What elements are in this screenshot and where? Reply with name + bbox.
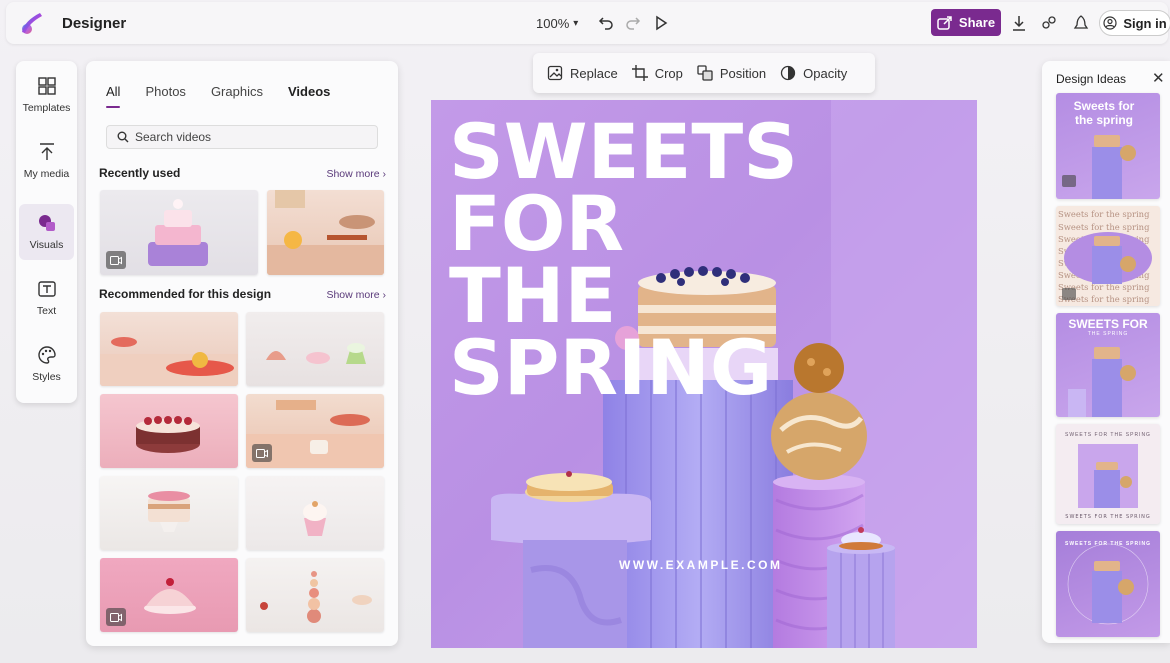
show-more-label: Show more — [326, 168, 380, 180]
templates-icon — [37, 77, 56, 95]
tab-label: Videos — [287, 84, 331, 99]
left-rail: Templates My media Visuals Text Styles — [16, 61, 77, 403]
collaborate-icon[interactable] — [1039, 13, 1059, 33]
tab-photos[interactable]: Photos — [145, 84, 185, 99]
recommended-title: Recommended for this design — [99, 287, 272, 301]
tab-graphics[interactable]: Graphics — [211, 84, 263, 99]
media-thumbnail[interactable] — [267, 190, 384, 275]
sign-in-label: Sign in — [1123, 15, 1167, 31]
tab-underline — [106, 106, 120, 108]
play-icon[interactable] — [651, 13, 671, 33]
media-thumbnail[interactable] — [100, 312, 238, 386]
image-context-toolbar: Replace Crop Position Opacity — [533, 53, 875, 93]
crop-button[interactable]: Crop — [631, 65, 683, 81]
user-icon — [1103, 16, 1117, 30]
design-idea-thumbnail[interactable]: SWEETS FOR THE SPRING — [1056, 313, 1160, 417]
video-badge-icon — [106, 608, 126, 626]
media-thumbnail[interactable] — [100, 190, 258, 275]
replace-image-icon — [547, 65, 563, 81]
replace-label: Replace — [570, 65, 618, 81]
tab-label: Photos — [145, 84, 186, 99]
search-placeholder: Search videos — [135, 130, 212, 144]
rail-item-templates[interactable]: Templates — [19, 67, 74, 123]
design-idea-thumbnail[interactable]: SWEETS FOR THE SPRING — [1056, 531, 1160, 637]
rail-item-my-media[interactable]: My media — [19, 133, 74, 189]
share-icon — [937, 15, 952, 30]
media-tabs: All Photos Graphics Videos — [106, 84, 355, 108]
opacity-button[interactable]: Opacity — [780, 65, 847, 81]
share-button[interactable]: Share — [931, 9, 1001, 36]
media-thumbnail[interactable] — [100, 394, 238, 468]
tab-label: Graphics — [210, 84, 263, 99]
premium-icon[interactable] — [1071, 13, 1091, 33]
recently-used-title: Recently used — [99, 166, 181, 180]
rail-label: Visuals — [29, 239, 64, 251]
media-panel: All Photos Graphics Videos Search videos… — [86, 61, 398, 646]
media-thumbnail[interactable] — [246, 312, 384, 386]
share-label: Share — [958, 15, 996, 30]
crop-label: Crop — [654, 65, 683, 81]
crop-icon — [631, 65, 648, 81]
show-more-label: Show more — [326, 289, 380, 301]
text-icon — [37, 281, 56, 297]
design-canvas[interactable]: SWEETS FOR THE SPRING WWW.EXAMPLE.COM — [431, 100, 977, 648]
close-icon[interactable]: ✕ — [1152, 69, 1165, 87]
rail-label: Templates — [22, 102, 71, 114]
design-ideas-title: Design Ideas — [1056, 72, 1127, 86]
idea-text: SWEETS FOR THE SPRING — [1064, 541, 1151, 547]
svg-text:Sweets for the spring: Sweets for the spring — [1058, 222, 1150, 232]
rail-item-visuals[interactable]: Visuals — [19, 204, 74, 260]
chevron-down-icon: ▾ — [573, 18, 579, 29]
tab-all[interactable]: All — [106, 84, 121, 108]
design-ideas-panel: Design Ideas ✕ Sweets for the spring Swe… — [1042, 61, 1170, 643]
visuals-icon — [38, 215, 55, 231]
video-badge-icon — [106, 251, 126, 269]
rail-item-text[interactable]: Text — [19, 270, 74, 326]
show-more-link[interactable]: Show more › — [326, 168, 386, 180]
canvas-headline[interactable]: SWEETS FOR THE SPRING — [449, 107, 798, 412]
opacity-icon — [780, 65, 796, 81]
media-thumbnail[interactable] — [246, 394, 384, 468]
design-idea-thumbnail[interactable]: Sweets for the spring Sweets for the spr… — [1056, 206, 1160, 306]
top-bar: Designer 100% ▾ Share Sign in — [6, 2, 1170, 44]
rail-item-styles[interactable]: Styles — [19, 336, 74, 392]
svg-text:SWEETS FOR THE SPRING: SWEETS FOR THE SPRING — [1065, 514, 1150, 520]
headline-line: THE — [449, 251, 617, 340]
video-badge-icon — [252, 444, 272, 462]
headline-line: SPRING — [449, 323, 773, 412]
zoom-value: 100% — [536, 16, 570, 31]
position-button[interactable]: Position — [697, 65, 766, 81]
upload-icon — [39, 143, 54, 160]
replace-button[interactable]: Replace — [547, 65, 618, 81]
design-idea-thumbnail[interactable]: SWEETS FOR THE SPRING SWEETS FOR THE SPR… — [1056, 424, 1160, 524]
opacity-label: Opacity — [803, 65, 848, 81]
tab-label: All — [106, 84, 121, 99]
tab-videos[interactable]: Videos — [288, 84, 330, 99]
download-icon[interactable] — [1009, 13, 1029, 33]
headline-line: SWEETS — [449, 107, 798, 196]
sign-in-button[interactable]: Sign in — [1099, 10, 1170, 36]
position-icon — [697, 65, 713, 81]
headline-line: FOR — [449, 179, 625, 268]
redo-icon[interactable] — [623, 13, 643, 33]
rail-label: Styles — [32, 371, 61, 383]
app-title: Designer — [62, 15, 127, 32]
media-thumbnail[interactable] — [246, 558, 384, 632]
design-idea-thumbnail[interactable]: Sweets for the spring — [1056, 93, 1160, 199]
search-input[interactable]: Search videos — [106, 125, 378, 149]
palette-icon — [37, 346, 56, 364]
media-thumbnail[interactable] — [246, 476, 384, 550]
media-thumbnail[interactable] — [100, 558, 238, 632]
rail-label: Text — [36, 305, 57, 317]
rail-label: My media — [23, 168, 70, 180]
search-icon — [117, 131, 129, 143]
designer-logo-icon — [22, 13, 42, 34]
undo-icon[interactable] — [596, 13, 616, 33]
position-label: Position — [719, 65, 767, 81]
media-thumbnail[interactable] — [100, 476, 238, 550]
canvas-url-text[interactable]: WWW.EXAMPLE.COM — [619, 558, 783, 572]
show-more-link[interactable]: Show more › — [326, 289, 386, 301]
zoom-dropdown[interactable]: 100% ▾ — [536, 16, 578, 31]
